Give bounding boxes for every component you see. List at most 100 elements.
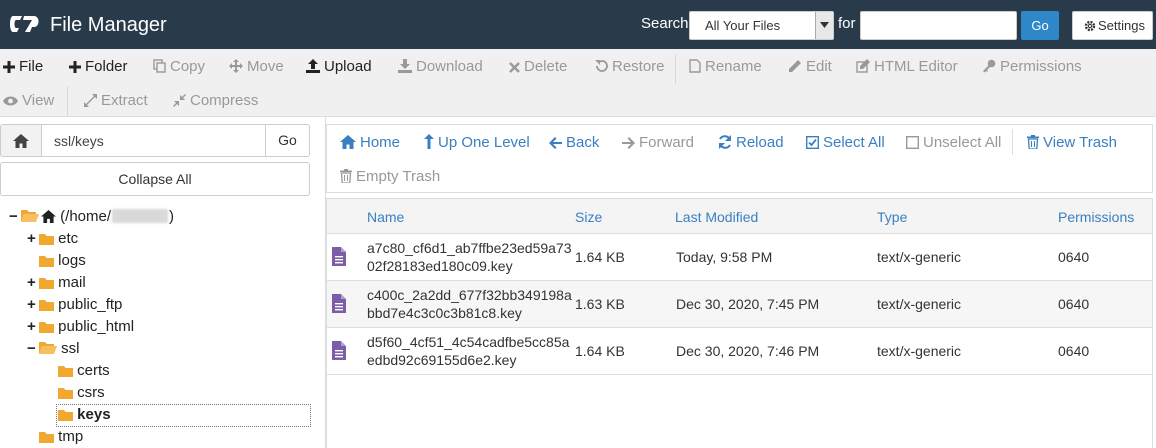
tree-label: ssl	[61, 340, 80, 357]
table-row[interactable]: c400c_2a2dd_677f32bb349198abbd7e4c3c0c3b…	[327, 281, 1152, 328]
view-button[interactable]: View	[3, 92, 54, 109]
search-input[interactable]	[860, 11, 1017, 40]
for-label: for	[838, 15, 856, 32]
nav-home-button[interactable]: Home	[340, 134, 400, 151]
download-button[interactable]: Download	[398, 58, 483, 75]
column-header-type[interactable]: Type	[877, 209, 907, 225]
home-icon	[13, 134, 29, 148]
tree-item-logs[interactable]: logs	[39, 250, 86, 272]
select-all-button[interactable]: Select All	[805, 134, 885, 151]
expand-toggle-icon[interactable]: +	[27, 294, 39, 316]
empty-trash-button[interactable]: Empty Trash	[340, 168, 440, 185]
chevron-down-icon[interactable]	[815, 12, 833, 39]
expand-toggle-icon[interactable]: +	[27, 228, 39, 250]
delete-label: Delete	[524, 58, 568, 75]
tree-item-public-html[interactable]: + public_html	[27, 316, 134, 338]
edit-label: Edit	[806, 58, 832, 75]
copy-button[interactable]: Copy	[153, 58, 205, 75]
reload-button[interactable]: Reload	[718, 134, 784, 151]
tree-item-ssl[interactable]: − ssl	[27, 338, 80, 360]
file-name: c400c_2a2dd_677f32bb349198abbd7e4c3c0c3b…	[367, 287, 572, 321]
html-editor-label: HTML Editor	[874, 58, 958, 75]
arrow-right-icon	[622, 137, 635, 149]
cpanel-logo-icon[interactable]	[10, 12, 42, 36]
folder-icon	[39, 278, 54, 289]
level-up-icon	[424, 134, 434, 149]
folder-icon	[39, 432, 54, 443]
checkbox-empty-icon	[905, 135, 920, 150]
tree-item-etc[interactable]: + etc	[27, 228, 78, 250]
path-input[interactable]: ssl/keys	[41, 124, 266, 157]
upload-button[interactable]: Upload	[306, 58, 372, 75]
edit-button[interactable]: Edit	[788, 58, 832, 75]
view-trash-button[interactable]: View Trash	[1027, 134, 1117, 151]
undo-icon	[595, 60, 608, 72]
expand-toggle-icon[interactable]: +	[27, 272, 39, 294]
nav-home-label: Home	[360, 134, 401, 151]
settings-button[interactable]: Settings	[1072, 11, 1153, 40]
file-nav-bar: Home Up One Level Back Forward Reload Se…	[326, 124, 1153, 193]
folder-icon	[39, 300, 54, 311]
permissions-label: Permissions	[1000, 58, 1082, 75]
file-permissions: 0640	[1058, 296, 1090, 312]
home-button[interactable]	[0, 124, 42, 157]
new-file-button[interactable]: File	[3, 58, 43, 75]
up-one-level-button[interactable]: Up One Level	[424, 134, 530, 151]
download-icon	[398, 59, 412, 73]
back-button[interactable]: Back	[549, 134, 599, 151]
extract-label: Extract	[101, 92, 148, 109]
table-row[interactable]: d5f60_4cf51_4c54cadfbe5cc85aedbd92c69155…	[327, 328, 1152, 375]
search-go-button[interactable]: Go	[1021, 11, 1059, 40]
tree-item-home[interactable]: − (/home/)	[9, 206, 174, 228]
text-file-icon	[332, 341, 346, 360]
tree-item-mail[interactable]: + mail	[27, 272, 86, 294]
edit-square-icon	[856, 59, 870, 73]
toolbar-divider	[675, 54, 676, 84]
tree-item-certs[interactable]: certs	[58, 360, 110, 382]
html-editor-button[interactable]: HTML Editor	[856, 58, 958, 75]
tree-item-public-ftp[interactable]: + public_ftp	[27, 294, 122, 316]
delete-button[interactable]: Delete	[509, 58, 567, 75]
collapse-toggle-icon[interactable]: −	[27, 338, 39, 360]
folder-icon	[39, 256, 54, 267]
compress-button[interactable]: Compress	[173, 92, 258, 109]
search-scope-value: All Your Files	[705, 18, 781, 33]
home-icon	[41, 210, 56, 223]
rename-button[interactable]: Rename	[689, 58, 762, 75]
up-one-level-label: Up One Level	[438, 134, 530, 151]
expand-toggle-icon[interactable]: +	[27, 316, 39, 338]
extract-button[interactable]: Extract	[84, 92, 148, 109]
table-row[interactable]: a7c80_cf6d1_ab7ffbe23ed59a7302f28183ed18…	[327, 234, 1152, 281]
plus-icon	[69, 61, 81, 73]
arrow-left-icon	[549, 137, 562, 149]
tree-item-tmp[interactable]: tmp	[39, 426, 83, 448]
column-header-modified[interactable]: Last Modified	[675, 209, 758, 225]
view-trash-label: View Trash	[1043, 134, 1117, 151]
text-file-icon	[332, 247, 346, 266]
home-icon	[340, 135, 356, 149]
restore-button[interactable]: Restore	[594, 58, 665, 75]
column-header-name[interactable]: Name	[367, 209, 404, 225]
tree-label: keys	[77, 406, 111, 423]
forward-button[interactable]: Forward	[622, 134, 694, 151]
path-go-button[interactable]: Go	[265, 124, 310, 157]
view-label: View	[22, 92, 55, 109]
search-scope-select[interactable]: All Your Files	[689, 11, 834, 40]
compress-icon	[173, 94, 186, 107]
search-label: Search	[641, 15, 689, 32]
trash-icon	[1027, 135, 1039, 150]
file-modified: Today, 9:58 PM	[676, 249, 773, 265]
folder-icon	[58, 388, 73, 399]
move-button[interactable]: Move	[229, 58, 284, 75]
new-folder-button[interactable]: Folder	[69, 58, 128, 75]
column-header-size[interactable]: Size	[575, 209, 602, 225]
tree-item-csrs[interactable]: csrs	[58, 382, 105, 404]
column-header-permissions[interactable]: Permissions	[1058, 209, 1134, 225]
collapse-toggle-icon[interactable]: −	[9, 206, 21, 228]
permissions-button[interactable]: Permissions	[982, 58, 1082, 75]
table-header: Name Size Last Modified Type Permissions	[327, 198, 1152, 234]
unselect-all-button[interactable]: Unselect All	[905, 134, 1001, 151]
tree-item-keys[interactable]: keys	[58, 404, 111, 426]
collapse-all-button[interactable]: Collapse All	[0, 162, 310, 196]
nav-divider	[1012, 129, 1013, 155]
